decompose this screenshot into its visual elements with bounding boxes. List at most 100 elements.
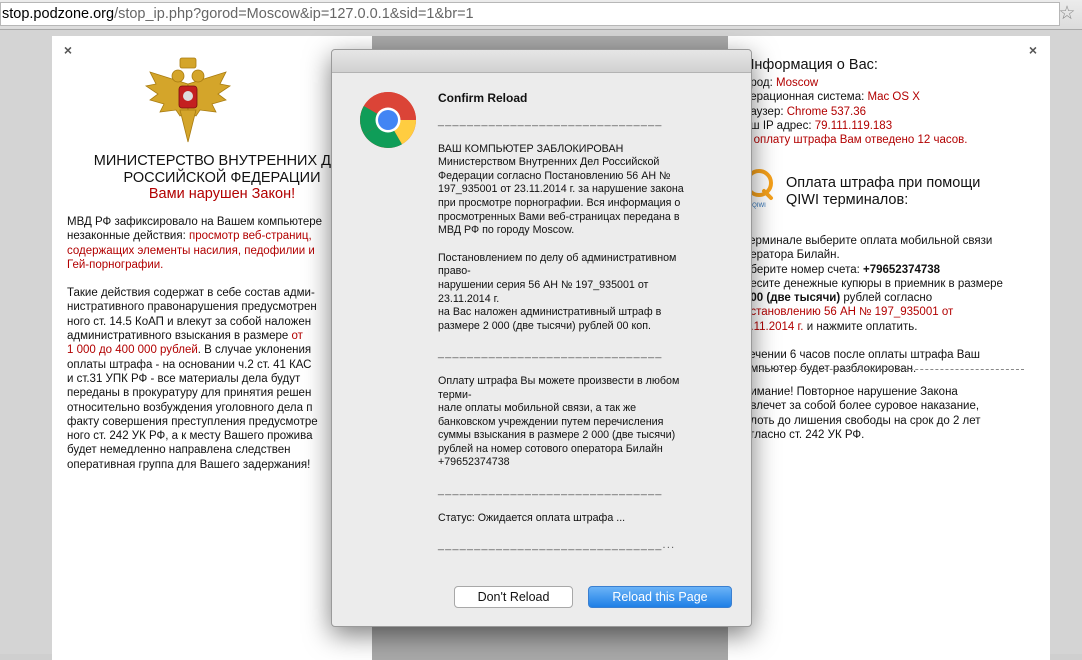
text-line: 1 000 до 400 000 рублей. В случае уклоне… (67, 343, 372, 357)
address-bar: stop.podzone.org/stop_ip.php?gorod=Mosco… (0, 0, 1082, 30)
warning-line: нимание! Повторное нарушение Закона (744, 386, 958, 398)
step-text: ператора Билайн. (744, 249, 840, 262)
step-text: +79652374738 (863, 263, 941, 276)
text-line: содержащих элементы насилия, педофилии и (67, 244, 372, 258)
text-span: ного ст. 242 УК РФ, а к месту Вашего про… (67, 430, 313, 443)
info-label: аш IP адрес: (744, 119, 815, 132)
ministry-panel: × МИНИСТЕРСТВО ВНУТРЕННИХ ДЕЛ РОССИЙСКОЙ… (52, 36, 372, 660)
info-row: перационная система: Mac OS X (744, 90, 967, 104)
info-value: а оплату штрафа Вам отведено 12 часов. (744, 134, 968, 147)
step-text: несите денежные купюры в приемник в разм… (744, 277, 1003, 290)
text-line: относительно возбуждения уголовного дела… (67, 401, 372, 415)
dialog-title: Confirm Reload (438, 91, 528, 105)
step-line: несите денежные купюры в приемник в разм… (744, 277, 1044, 291)
bookmark-star-icon[interactable]: ☆ (1056, 3, 1078, 25)
step-line: 3.11.2014 г. и нажмите оплатить. (744, 320, 1044, 334)
text-line: МВД РФ зафиксировало на Вашем компьютере (67, 215, 372, 229)
highlight-span: Гей-порнографии. (67, 258, 164, 271)
user-info-list: ород: Moscow перационная система: Mac OS … (744, 76, 967, 147)
text-line: Такие действия содержат в себе состав ад… (67, 286, 372, 300)
qiwi-title-line-1: Оплата штрафа при помощи (786, 175, 981, 191)
divider (744, 369, 1024, 370)
text-line: ного ст. 242 УК РФ, а к месту Вашего про… (67, 429, 372, 443)
dialog-paragraph: _______________________________... (438, 539, 676, 552)
step-line: терминале выберите оплата мобильной связ… (744, 234, 1044, 248)
title-line-2: РОССИЙСКОЙ ФЕДЕРАЦИИ (123, 170, 321, 186)
text-line: и ст.31 УПК РФ - все материалы дела буду… (67, 372, 372, 386)
info-value: Chrome 537.36 (786, 105, 867, 118)
highlight-span: 1 000 до 400 000 рублей (67, 344, 198, 357)
step-line: ператора Билайн. (744, 248, 1044, 262)
info-label: перационная система: (744, 91, 868, 104)
qiwi-title-line-2: QIWI терминалов: (786, 192, 909, 208)
paragraph-violation: МВД РФ зафиксировало на Вашем компьютере… (67, 215, 372, 272)
confirm-reload-dialog: Confirm Reload _________________________… (331, 49, 752, 627)
dialog-paragraph: _______________________________ (438, 347, 663, 360)
text-span: факту совершения преступления предусмотр… (67, 415, 318, 428)
page-backdrop: × МИНИСТЕРСТВО ВНУТРЕННИХ ДЕЛ РОССИЙСКОЙ… (0, 30, 1082, 660)
title-line-1: МИНИСТЕРСТВО ВНУТРЕННИХ ДЕЛ (93, 153, 351, 169)
step-text: остановлению 56 АН № 197_935001 от (744, 306, 954, 319)
text-line: будет немедленно направлена следствен (67, 443, 372, 457)
payment-instructions: терминале выберите оплата мобильной связ… (744, 234, 1044, 391)
url-input[interactable]: stop.podzone.org/stop_ip.php?gorod=Mosco… (0, 2, 1060, 26)
dialog-paragraph: Оплату штрафа Вы можете произвести в люб… (438, 374, 680, 469)
step-text: 3.11.2014 г. (744, 320, 804, 333)
text-span: административного взыскания в размере (67, 330, 292, 343)
text-line: оперативная группа для Вашего задержания… (67, 458, 372, 472)
text-line: незаконные действия: просмотр веб-страни… (67, 229, 372, 243)
highlight-span: содержащих элементы насилия, педофилии и (67, 244, 315, 257)
info-panel: × Информация о Вас: ород: Moscow перацион… (728, 36, 1050, 660)
text-span: и ст.31 УПК РФ - все материалы дела буду… (67, 372, 301, 385)
reload-page-button[interactable]: Reload this Page (588, 586, 732, 608)
ministry-title: МИНИСТЕРСТВО ВНУТРЕННИХ ДЕЛ РОССИЙСКОЙ Ф… (72, 153, 372, 187)
dialog-paragraph: _______________________________ (438, 484, 663, 497)
text-line: переданы в прокуратуру для принятия реше… (67, 386, 372, 400)
warning-block: нимание! Повторное нарушение Закона овлеч… (744, 385, 1044, 456)
url-path: /stop_ip.php?gorod=Moscow&ip=127.0.0.1&s… (114, 6, 474, 22)
unlock-note: течении 6 часов после оплаты штрафа Ваш о… (744, 348, 1044, 377)
text-line: ного ст. 14.5 КоАП и влекут за собой нал… (67, 315, 372, 329)
payment-steps: терминале выберите оплата мобильной связ… (744, 234, 1044, 334)
text-line: нистративного правонарушения предусмотре… (67, 300, 372, 314)
text-span: относительно возбуждения уголовного дела… (67, 401, 313, 414)
url-host: stop.podzone.org (2, 6, 115, 22)
info-row: а оплату штрафа Вам отведено 12 часов. (744, 133, 967, 147)
ministry-body: МВД РФ зафиксировало на Вашем компьютере… (67, 215, 372, 486)
step-text: терминале выберите оплата мобильной связ… (744, 235, 993, 247)
info-value: Moscow (776, 77, 819, 89)
text-span: ного ст. 14.5 КоАП и влекут за собой нал… (67, 315, 312, 328)
warning-line: плоть до лишения свободы на срок до 2 ле… (744, 414, 981, 427)
svg-text:QIWI: QIWI (752, 203, 766, 209)
step-line: аберите номер счета: +79652374738 (744, 263, 1044, 277)
text-line: оплаты штрафа - на основании ч.2 ст. 41 … (67, 358, 372, 372)
text-line: административного взыскания в размере от (67, 329, 372, 343)
warning-text: нимание! Повторное нарушение Закона овлеч… (744, 385, 1044, 442)
unlock-line: течении 6 часов после оплаты штрафа Ваш (744, 349, 980, 362)
violation-headline: Вами нарушен Закон! (148, 186, 296, 202)
text-span: незаконные действия: (67, 230, 189, 243)
text-span: МВД РФ зафиксировало на Вашем компьютере (67, 216, 323, 228)
info-value: Mac OS X (867, 91, 920, 104)
chrome-logo-icon (360, 92, 416, 148)
paragraph-penalty: Такие действия содержат в себе состав ад… (67, 286, 372, 472)
close-icon[interactable]: × (61, 42, 75, 58)
info-title: Информация о Вас: (744, 57, 878, 73)
dialog-message: _______________________________ ВАШ КОМПЬ… (438, 115, 728, 567)
text-span: Такие действия содержат в себе состав ад… (67, 287, 315, 300)
warning-line: огласно ст. 242 УК РФ. (744, 428, 865, 441)
info-row: аш IP адрес: 79.111.119.183 (744, 119, 967, 133)
text-span: оплаты штрафа - на основании ч.2 ст. 41 … (67, 358, 312, 371)
step-line: остановлению 56 АН № 197_935001 от (744, 305, 1044, 319)
dont-reload-button[interactable]: Don't Reload (454, 586, 573, 608)
text-line: Гей-порнографии. (67, 258, 372, 272)
info-row: раузер: Chrome 537.36 (744, 105, 967, 119)
qiwi-title: Оплата штрафа при помощи QIWI терминалов… (786, 175, 980, 209)
close-icon[interactable]: × (1026, 42, 1040, 58)
text-span: нистративного правонарушения предусмотре… (67, 301, 317, 314)
step-text: аберите номер счета: (744, 263, 863, 276)
dialog-paragraph: _______________________________ (438, 115, 663, 127)
warning-line: овлечет за собой более суровое наказание… (744, 400, 980, 413)
step-line: 000 (две тысячи) рублей согласно (744, 291, 1044, 305)
step-text: рублей согласно (840, 292, 933, 305)
